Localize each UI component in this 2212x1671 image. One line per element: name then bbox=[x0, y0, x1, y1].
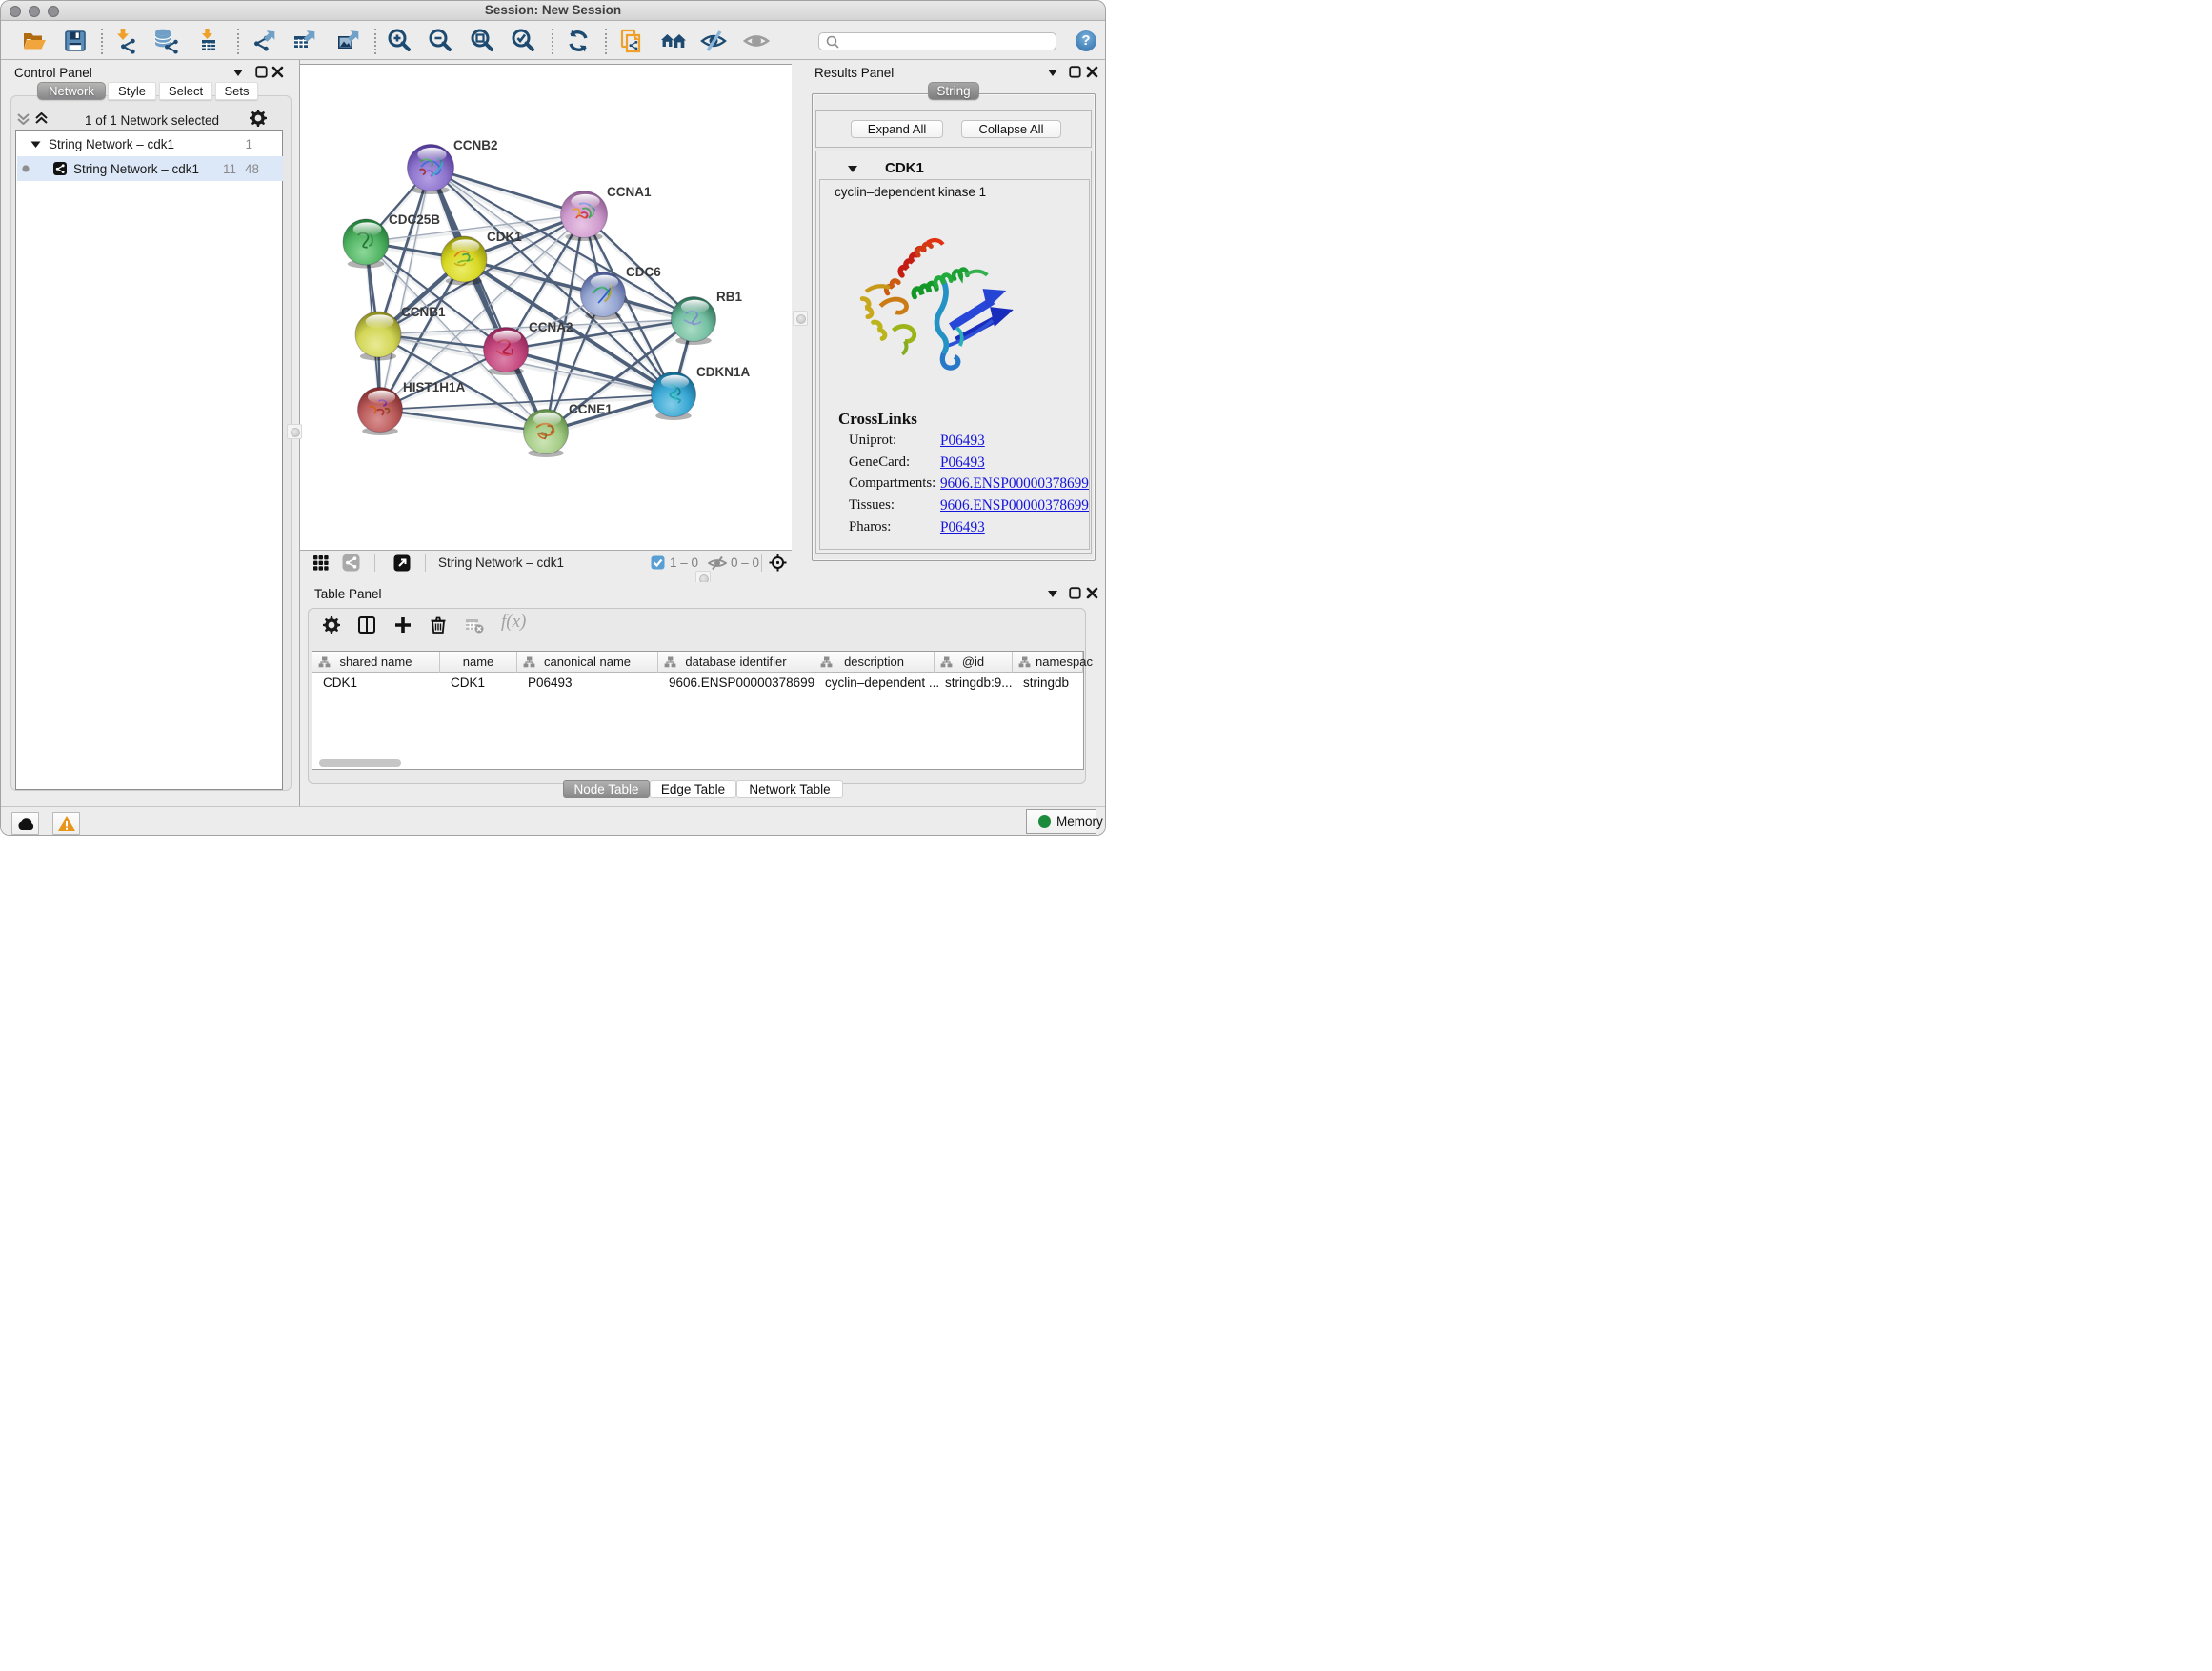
svg-text:CCNA1: CCNA1 bbox=[607, 185, 652, 199]
svg-text:HIST1H1A: HIST1H1A bbox=[403, 380, 466, 394]
svg-text:CDKN1A: CDKN1A bbox=[696, 365, 751, 379]
svg-text:CCNA2: CCNA2 bbox=[529, 320, 573, 334]
svg-text:CCNE1: CCNE1 bbox=[569, 402, 613, 416]
svg-text:CDC6: CDC6 bbox=[626, 265, 661, 279]
svg-text:CDK1: CDK1 bbox=[487, 230, 522, 244]
svg-text:CDC25B: CDC25B bbox=[389, 212, 440, 227]
svg-text:RB1: RB1 bbox=[716, 290, 742, 304]
svg-text:CCNB1: CCNB1 bbox=[401, 305, 446, 319]
svg-text:CCNB2: CCNB2 bbox=[453, 138, 498, 152]
